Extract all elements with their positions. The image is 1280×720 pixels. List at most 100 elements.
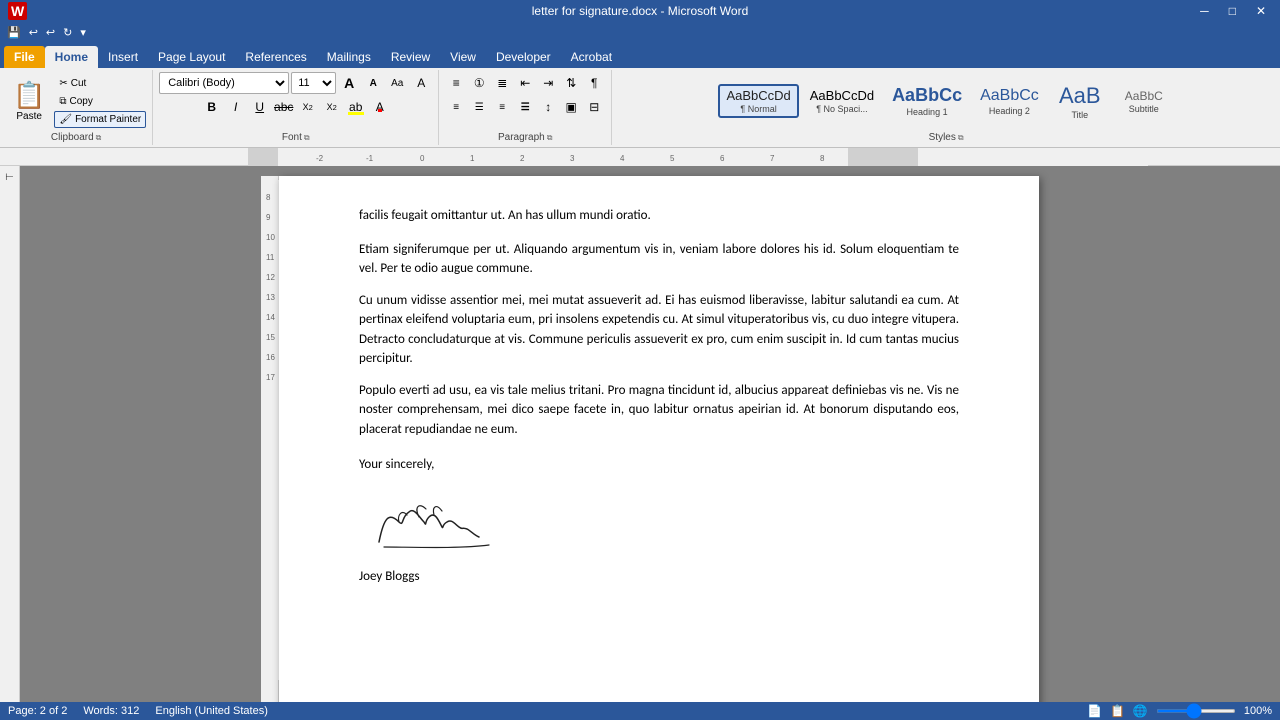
- svg-text:9: 9: [266, 213, 271, 222]
- svg-text:5: 5: [670, 154, 675, 163]
- line-spacing-button[interactable]: ↕: [537, 96, 559, 118]
- show-formatting-button[interactable]: ¶: [583, 72, 605, 94]
- styles-label: Styles ⧉: [929, 132, 964, 143]
- paste-button[interactable]: 📋 Paste: [6, 72, 52, 130]
- clipboard-expander[interactable]: ⧉: [96, 133, 102, 143]
- grow-font-button[interactable]: A: [338, 72, 360, 94]
- undo-qa-button[interactable]: ↩: [26, 25, 41, 40]
- align-right-button[interactable]: ≡: [491, 96, 513, 118]
- copy-button[interactable]: ⧉ Copy: [54, 93, 146, 110]
- tab-home[interactable]: Home: [45, 46, 98, 68]
- undo-icon: ↩: [29, 26, 38, 39]
- style-subtitle-preview: AaBbC: [1125, 89, 1163, 103]
- shrink-font-button[interactable]: A: [362, 72, 384, 94]
- style-heading1[interactable]: AaBbCc Heading 1: [885, 82, 969, 120]
- minimize-button[interactable]: ─: [1194, 4, 1215, 18]
- clear-format-icon: A: [417, 76, 425, 90]
- underline-button[interactable]: U: [249, 96, 271, 118]
- svg-text:3: 3: [570, 154, 575, 163]
- style-heading2-label: Heading 2: [989, 106, 1030, 116]
- zoom-slider[interactable]: [1156, 709, 1236, 713]
- italic-button[interactable]: I: [225, 96, 247, 118]
- svg-text:11: 11: [266, 253, 275, 262]
- justify-button[interactable]: ☰: [514, 96, 536, 118]
- multilevel-list-button[interactable]: ≣: [491, 72, 513, 94]
- customize-qa-button[interactable]: ▾: [77, 25, 89, 40]
- status-bar: Page: 2 of 2 Words: 312 English (United …: [0, 702, 1280, 720]
- style-title[interactable]: AaB Title: [1050, 80, 1110, 123]
- clipboard-buttons: 📋 Paste ✂ Cut ⧉ Copy 🖌 Format Painter: [6, 72, 146, 130]
- main-area: ⊢ 8 9 10 11 12 13 14 15 16 17 facilis fe…: [0, 166, 1280, 716]
- align-center-button[interactable]: ☰: [468, 96, 490, 118]
- align-left-button[interactable]: ≡: [445, 96, 467, 118]
- font-expander[interactable]: ⧉: [304, 133, 310, 143]
- format-painter-button[interactable]: 🖌 Format Painter: [54, 111, 146, 128]
- view-mode-print[interactable]: 📄: [1087, 704, 1102, 718]
- redo-qa-button[interactable]: ↻: [60, 25, 75, 40]
- style-heading2[interactable]: AaBbCc Heading 2: [973, 84, 1046, 119]
- highlight-button[interactable]: ab: [345, 96, 367, 118]
- view-ruler-button[interactable]: ⊢: [3, 170, 16, 185]
- font-name-selector[interactable]: Calibri (Body): [159, 72, 289, 94]
- clipboard-label: Clipboard ⧉: [51, 132, 102, 143]
- style-no-spacing[interactable]: AaBbCcDd ¶ No Spaci...: [803, 85, 881, 117]
- strikethrough-button[interactable]: abc: [273, 96, 295, 118]
- tab-insert[interactable]: Insert: [98, 46, 148, 68]
- tab-view[interactable]: View: [440, 46, 486, 68]
- clear-format-button[interactable]: A: [410, 72, 432, 94]
- paste-icon: 📋: [13, 80, 45, 111]
- svg-text:14: 14: [266, 313, 275, 322]
- ribbon-content: 📋 Paste ✂ Cut ⧉ Copy 🖌 Format Painter C: [0, 68, 1280, 148]
- undo2-qa-button[interactable]: ↩: [43, 25, 58, 40]
- maximize-button[interactable]: □: [1223, 4, 1242, 18]
- svg-text:6: 6: [720, 154, 725, 163]
- tab-page-layout[interactable]: Page Layout: [148, 46, 235, 68]
- title-bar: W letter for signature.docx - Microsoft …: [0, 0, 1280, 22]
- scroll-area[interactable]: 8 9 10 11 12 13 14 15 16 17 facilis feug…: [20, 166, 1280, 716]
- save-qa-button[interactable]: 💾: [4, 25, 24, 40]
- style-no-spacing-label: ¶ No Spaci...: [816, 104, 867, 114]
- svg-text:13: 13: [266, 293, 275, 302]
- view-mode-web[interactable]: 🌐: [1133, 704, 1148, 718]
- cut-button[interactable]: ✂ Cut: [54, 75, 146, 92]
- styles-expander[interactable]: ⧉: [958, 133, 964, 143]
- styles-group: AaBbCcDd ¶ Normal AaBbCcDd ¶ No Spaci...…: [612, 70, 1280, 145]
- signature-area: [359, 487, 959, 564]
- close-button[interactable]: ✕: [1250, 4, 1272, 18]
- style-subtitle[interactable]: AaBbC Subtitle: [1114, 86, 1174, 117]
- increase-indent-button[interactable]: ⇥: [537, 72, 559, 94]
- paragraph-label: Paragraph ⧉: [498, 132, 552, 143]
- font-size-selector[interactable]: 11: [291, 72, 336, 94]
- tab-acrobat[interactable]: Acrobat: [561, 46, 622, 68]
- tab-mailings[interactable]: Mailings: [317, 46, 381, 68]
- tab-file[interactable]: File: [4, 46, 45, 68]
- doc-paragraph-3: Cu unum vidisse assentior mei, mei mutat…: [359, 291, 959, 369]
- shading-button[interactable]: ▣: [560, 96, 582, 118]
- view-mode-full[interactable]: 📋: [1110, 704, 1125, 718]
- font-group: Calibri (Body) 11 A A Aa A B I U abc X2 …: [153, 70, 439, 145]
- ribbon-tab-bar: File Home Insert Page Layout References …: [0, 42, 1280, 68]
- subscript-button[interactable]: X2: [297, 96, 319, 118]
- document-page[interactable]: facilis feugait omittantur ut. An has ul…: [279, 176, 1039, 716]
- font-color-button[interactable]: A: [369, 96, 391, 118]
- tab-references[interactable]: References: [235, 46, 316, 68]
- decrease-indent-button[interactable]: ⇤: [514, 72, 536, 94]
- tab-developer[interactable]: Developer: [486, 46, 561, 68]
- sort-button[interactable]: ⇅: [560, 72, 582, 94]
- numbering-button[interactable]: ①: [468, 72, 490, 94]
- bold-button[interactable]: B: [201, 96, 223, 118]
- format-painter-icon: 🖌: [59, 114, 72, 125]
- style-subtitle-label: Subtitle: [1129, 104, 1159, 114]
- tab-review[interactable]: Review: [381, 46, 440, 68]
- doc-paragraph-6: Joey Bloggs: [359, 567, 959, 587]
- borders-button[interactable]: ⊟: [583, 96, 605, 118]
- quick-access-toolbar: 💾 ↩ ↩ ↻ ▾: [0, 22, 1280, 42]
- bullets-button[interactable]: ≡: [445, 72, 467, 94]
- paragraph-expander[interactable]: ⧉: [547, 133, 553, 143]
- style-normal[interactable]: AaBbCcDd ¶ Normal: [718, 84, 798, 118]
- change-case-button[interactable]: Aa: [386, 72, 408, 94]
- cut-label: Cut: [71, 78, 87, 89]
- superscript-button[interactable]: X2: [321, 96, 343, 118]
- style-heading2-preview: AaBbCc: [980, 87, 1039, 105]
- style-normal-preview: AaBbCcDd: [726, 88, 790, 103]
